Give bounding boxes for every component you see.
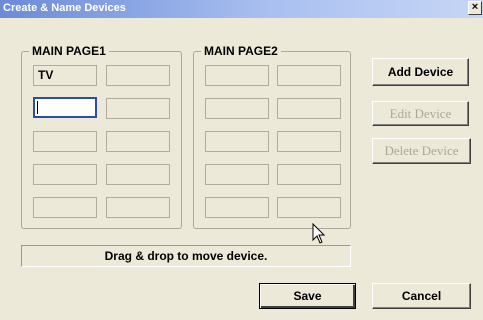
close-icon[interactable]: × — [468, 1, 482, 15]
edit-device-button[interactable]: Edit Device — [372, 101, 469, 126]
title-bar: Create & Name Devices × — [0, 0, 483, 18]
group-label-main-page1: MAIN PAGE1 — [29, 44, 109, 58]
device-slot[interactable] — [205, 197, 269, 218]
device-slot[interactable] — [106, 131, 170, 152]
device-slot[interactable] — [205, 131, 269, 152]
add-device-button[interactable]: Add Device — [372, 58, 469, 86]
cancel-button[interactable]: Cancel — [372, 283, 471, 309]
group-label-main-page2: MAIN PAGE2 — [201, 44, 281, 58]
device-slot[interactable] — [277, 131, 341, 152]
text-caret — [37, 101, 38, 114]
arrow-cursor-icon — [312, 223, 326, 244]
device-slot-selected[interactable] — [33, 97, 97, 118]
device-slot[interactable] — [205, 65, 269, 86]
device-slot[interactable] — [106, 65, 170, 86]
device-slot[interactable]: TV — [33, 65, 97, 86]
device-slot[interactable] — [33, 131, 97, 152]
device-slot[interactable] — [277, 98, 341, 119]
device-slot[interactable] — [106, 197, 170, 218]
device-slot[interactable] — [106, 98, 170, 119]
device-slot[interactable] — [277, 197, 341, 218]
device-slot[interactable] — [277, 65, 341, 86]
device-slot[interactable] — [277, 164, 341, 185]
save-button[interactable]: Save — [259, 283, 356, 309]
window-title: Create & Name Devices — [3, 2, 126, 14]
device-slot[interactable] — [205, 98, 269, 119]
status-hint: Drag & drop to move device. — [21, 245, 351, 267]
device-slot[interactable] — [33, 197, 97, 218]
device-slot[interactable] — [205, 164, 269, 185]
delete-device-button[interactable]: Delete Device — [372, 138, 471, 164]
device-slot[interactable] — [33, 164, 97, 185]
device-slot[interactable] — [106, 164, 170, 185]
